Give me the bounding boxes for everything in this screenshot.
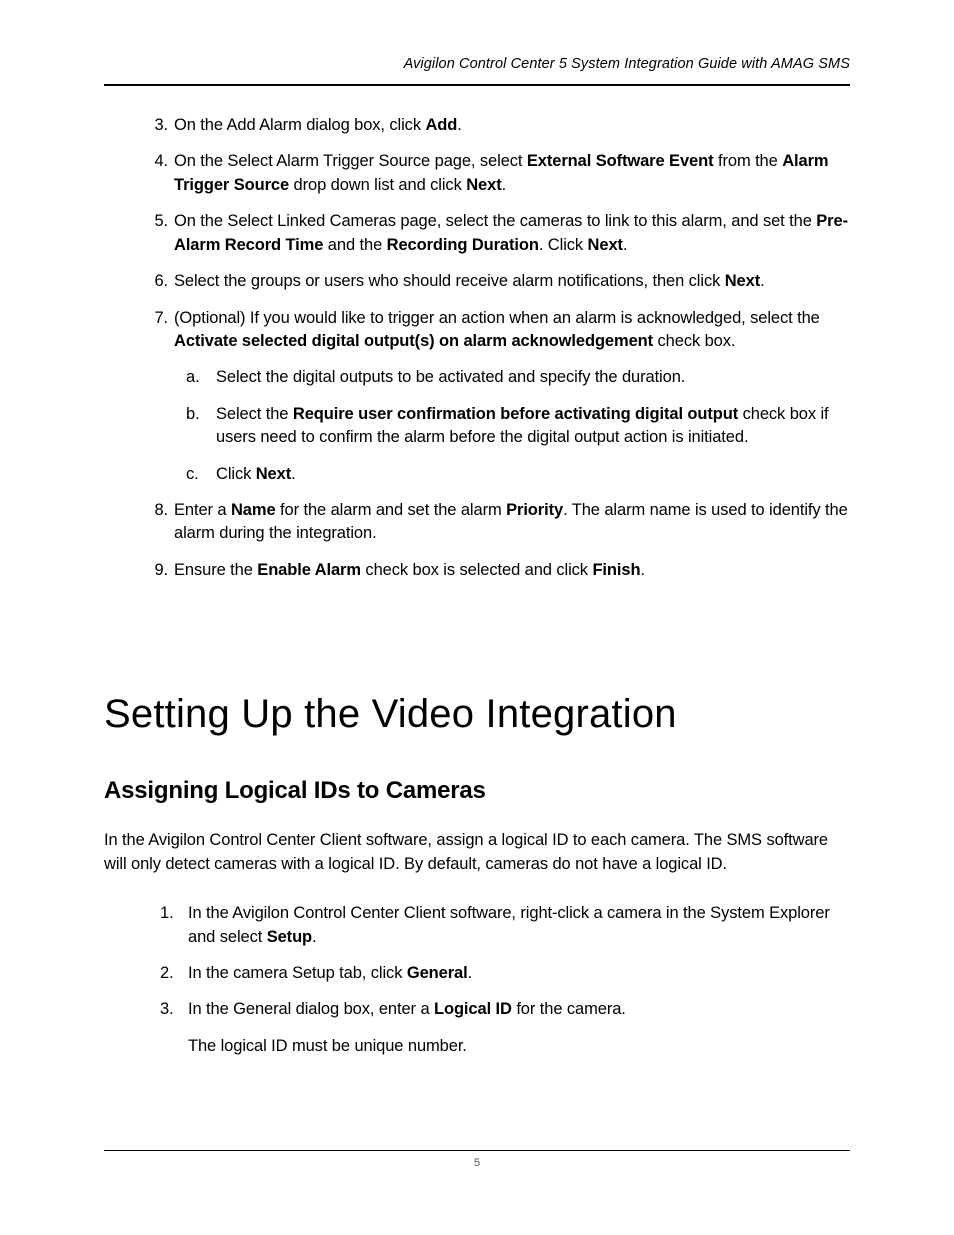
step-7c: c. Click Next. — [216, 463, 850, 486]
bold: Recording Duration — [387, 236, 539, 254]
step-letter: b. — [186, 403, 200, 426]
step-7a: a. Select the digital outputs to be acti… — [216, 366, 850, 389]
step-number: 8. — [140, 499, 168, 522]
page-number: 5 — [474, 1157, 480, 1169]
running-header: Avigilon Control Center 5 System Integra… — [104, 56, 850, 86]
step-letter: c. — [186, 463, 199, 486]
bstep-2: 2. In the camera Setup tab, click Genera… — [188, 962, 850, 985]
step-number: 4. — [140, 150, 168, 173]
text: for the camera. — [512, 1000, 626, 1018]
text: . — [640, 561, 644, 579]
text: Select the — [216, 405, 293, 423]
text: . — [291, 465, 295, 483]
bold: Enable Alarm — [257, 561, 361, 579]
bold: Finish — [592, 561, 640, 579]
text: On the Select Alarm Trigger Source page,… — [174, 152, 527, 170]
text: Enter a — [174, 501, 231, 519]
ordered-steps-top: 3. On the Add Alarm dialog box, click Ad… — [104, 114, 850, 582]
text: . — [312, 928, 316, 946]
bold: Next — [466, 176, 501, 194]
text: check box is selected and click — [361, 561, 592, 579]
bold: Next — [256, 465, 291, 483]
text: . — [760, 272, 764, 290]
bold: Logical ID — [434, 1000, 512, 1018]
step-number: 2. — [160, 962, 174, 985]
step-6: 6. Select the groups or users who should… — [174, 270, 850, 293]
text: Select the groups or users who should re… — [174, 272, 725, 290]
step-7b: b. Select the Require user confirmation … — [216, 403, 850, 450]
bold: Next — [725, 272, 760, 290]
sub-steps-7: a. Select the digital outputs to be acti… — [174, 366, 850, 486]
step-5: 5. On the Select Linked Cameras page, se… — [174, 210, 850, 257]
bold: Setup — [267, 928, 312, 946]
bstep-1: 1. In the Avigilon Control Center Client… — [188, 902, 850, 949]
text: and the — [323, 236, 386, 254]
bold: External Software Event — [527, 152, 714, 170]
text: Ensure the — [174, 561, 257, 579]
bstep-3: 3. In the General dialog box, enter a Lo… — [188, 998, 850, 1058]
ordered-steps-bottom: 1. In the Avigilon Control Center Client… — [104, 902, 850, 1058]
text: from the — [714, 152, 783, 170]
text: On the Select Linked Cameras page, selec… — [174, 212, 816, 230]
bold: Require user confirmation before activat… — [293, 405, 738, 423]
bold: Next — [588, 236, 623, 254]
step-7: 7. (Optional) If you would like to trigg… — [174, 307, 850, 487]
text: . — [623, 236, 627, 254]
text: In the camera Setup tab, click — [188, 964, 407, 982]
step-number: 5. — [140, 210, 168, 233]
subsection-heading: Assigning Logical IDs to Cameras — [104, 777, 850, 805]
bold: Add — [425, 116, 457, 134]
page-footer: 5 — [104, 1150, 850, 1169]
step-8: 8. Enter a Name for the alarm and set th… — [174, 499, 850, 546]
page: Avigilon Control Center 5 System Integra… — [0, 0, 954, 1235]
step-number: 3. — [160, 998, 174, 1021]
bold: Priority — [506, 501, 563, 519]
note: The logical ID must be unique number. — [188, 1035, 850, 1058]
text: . Click — [539, 236, 588, 254]
bold: Activate selected digital output(s) on a… — [174, 332, 653, 350]
step-number: 3. — [140, 114, 168, 137]
intro-paragraph: In the Avigilon Control Center Client so… — [104, 829, 850, 876]
step-9: 9. Ensure the Enable Alarm check box is … — [174, 559, 850, 582]
text: Select the digital outputs to be activat… — [216, 368, 685, 386]
step-4: 4. On the Select Alarm Trigger Source pa… — [174, 150, 850, 197]
text: drop down list and click — [289, 176, 466, 194]
text: Click — [216, 465, 256, 483]
section-heading: Setting Up the Video Integration — [104, 692, 850, 737]
step-number: 6. — [140, 270, 168, 293]
step-3: 3. On the Add Alarm dialog box, click Ad… — [174, 114, 850, 137]
bold: General — [407, 964, 468, 982]
text: In the General dialog box, enter a — [188, 1000, 434, 1018]
text: . — [468, 964, 472, 982]
text: On the Add Alarm dialog box, click — [174, 116, 425, 134]
step-number: 1. — [160, 902, 174, 925]
text: for the alarm and set the alarm — [276, 501, 507, 519]
step-number: 9. — [140, 559, 168, 582]
step-letter: a. — [186, 366, 200, 389]
text: check box. — [653, 332, 735, 350]
text: (Optional) If you would like to trigger … — [174, 309, 820, 327]
text: . — [457, 116, 461, 134]
bold: Name — [231, 501, 276, 519]
text: . — [502, 176, 506, 194]
step-number: 7. — [140, 307, 168, 330]
